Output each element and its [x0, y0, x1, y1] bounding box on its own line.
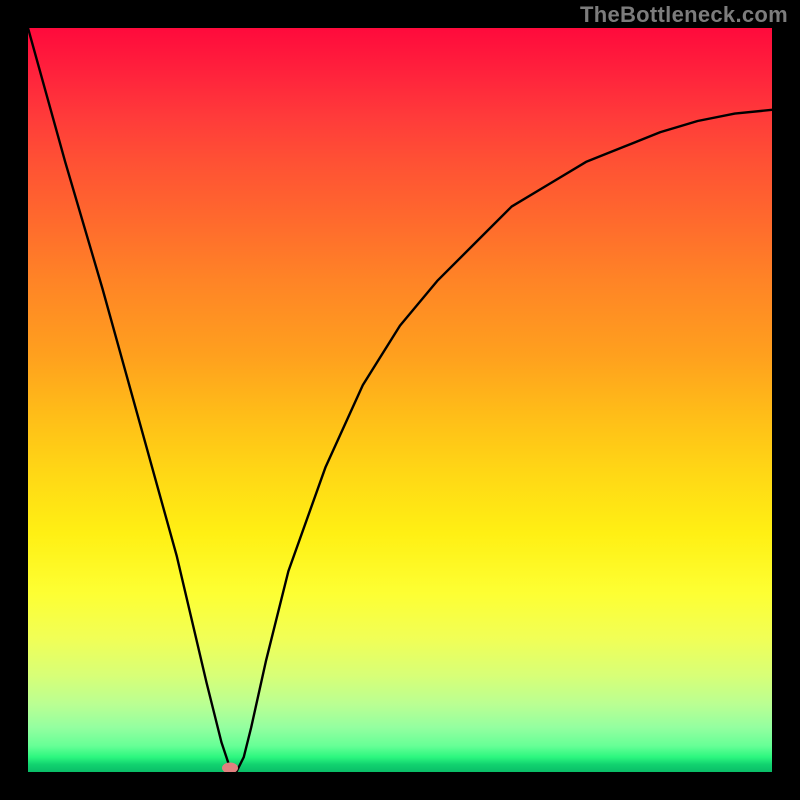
plot-area: [28, 28, 772, 772]
watermark-label: TheBottleneck.com: [580, 2, 788, 28]
chart-frame: TheBottleneck.com: [0, 0, 800, 800]
bottleneck-curve: [28, 28, 772, 772]
optimum-marker: [222, 762, 238, 772]
